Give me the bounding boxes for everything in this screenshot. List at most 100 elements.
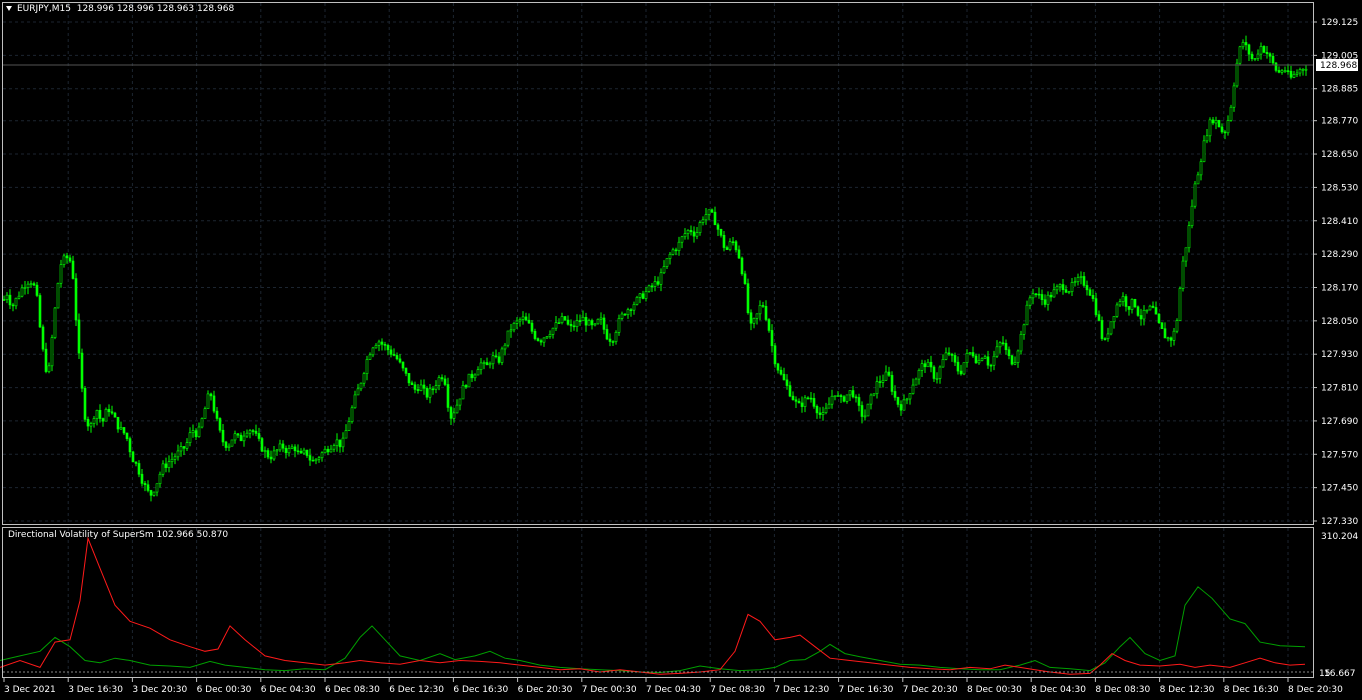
candle-body bbox=[44, 348, 48, 372]
candle-body bbox=[788, 385, 792, 397]
candle[interactable] bbox=[506, 330, 510, 348]
candle-body bbox=[263, 450, 267, 452]
candle[interactable] bbox=[1115, 302, 1119, 318]
candle[interactable] bbox=[77, 313, 81, 360]
candle[interactable] bbox=[563, 316, 567, 321]
candle-body bbox=[245, 432, 249, 437]
candle[interactable] bbox=[1187, 221, 1191, 253]
candle[interactable] bbox=[1229, 104, 1233, 122]
candle[interactable] bbox=[260, 437, 264, 453]
candle-body bbox=[749, 312, 753, 324]
time-tick-label: 6 Dec 04:30 bbox=[261, 685, 316, 695]
candle[interactable] bbox=[467, 373, 471, 388]
candle[interactable] bbox=[104, 407, 108, 422]
candle-body bbox=[890, 375, 894, 392]
indicator-header: Directional Volatility of SuperSm 102.96… bbox=[8, 530, 228, 540]
candle-body bbox=[1250, 53, 1254, 59]
candle-body bbox=[413, 384, 417, 390]
symbol-header[interactable]: EURJPY,M15 128.996 128.996 128.963 128.9… bbox=[6, 4, 234, 14]
dropdown-triangle-icon[interactable] bbox=[6, 6, 12, 11]
candle-body bbox=[503, 344, 507, 350]
candle[interactable] bbox=[1175, 318, 1179, 334]
candle[interactable] bbox=[773, 342, 777, 368]
candle-body bbox=[368, 354, 372, 360]
candle-body bbox=[449, 407, 453, 419]
candle-body bbox=[1097, 314, 1101, 321]
indicator-name: Directional Volatility of SuperSm bbox=[8, 530, 154, 540]
candle[interactable] bbox=[1181, 256, 1185, 292]
price-tick-label: 127.690 bbox=[1321, 417, 1358, 427]
time-tick-label: 3 Dec 2021 bbox=[4, 685, 56, 695]
candle-body bbox=[293, 446, 297, 452]
candle-body bbox=[1043, 299, 1047, 305]
candle[interactable] bbox=[350, 405, 354, 424]
candle[interactable] bbox=[1133, 298, 1137, 309]
candle[interactable] bbox=[1238, 45, 1242, 66]
candle[interactable] bbox=[50, 334, 54, 372]
candle-body bbox=[950, 353, 954, 356]
candle[interactable] bbox=[1010, 354, 1014, 366]
candle-body bbox=[665, 258, 669, 267]
candle[interactable] bbox=[74, 273, 78, 326]
candle-body bbox=[38, 295, 42, 328]
candle[interactable] bbox=[500, 346, 504, 366]
candle-body bbox=[341, 437, 345, 448]
candle[interactable] bbox=[962, 362, 966, 376]
candle-body bbox=[863, 415, 867, 418]
candle[interactable] bbox=[1157, 312, 1161, 324]
candle-body bbox=[188, 432, 192, 444]
candle-body bbox=[944, 352, 948, 360]
candle[interactable] bbox=[1160, 322, 1164, 330]
candle[interactable] bbox=[83, 386, 87, 422]
candle-body bbox=[1304, 68, 1308, 71]
candle[interactable] bbox=[596, 318, 600, 325]
candle[interactable] bbox=[740, 256, 744, 276]
candle[interactable] bbox=[80, 348, 84, 393]
candle-body bbox=[1100, 320, 1104, 339]
candle-body bbox=[809, 397, 813, 400]
candle-body bbox=[791, 395, 795, 401]
candle-body bbox=[1112, 316, 1116, 323]
candle[interactable] bbox=[647, 284, 651, 293]
candle[interactable] bbox=[230, 439, 234, 447]
candle-body bbox=[428, 388, 432, 398]
candle[interactable] bbox=[1235, 58, 1239, 88]
candle[interactable] bbox=[866, 403, 870, 417]
candle[interactable] bbox=[56, 282, 60, 309]
candle-body bbox=[446, 384, 450, 408]
candle[interactable] bbox=[746, 278, 750, 315]
candle-body bbox=[161, 463, 165, 475]
symbol-label: EURJPY,M15 bbox=[17, 4, 71, 14]
candle-body bbox=[851, 390, 855, 398]
candle-body bbox=[854, 396, 858, 399]
candle[interactable] bbox=[200, 417, 204, 429]
candle-body bbox=[1121, 296, 1125, 302]
candle[interactable] bbox=[635, 295, 639, 306]
candle[interactable] bbox=[131, 450, 135, 463]
candle[interactable] bbox=[1019, 330, 1023, 355]
candle[interactable] bbox=[1193, 180, 1197, 209]
candle-body bbox=[983, 356, 987, 359]
candle-body bbox=[668, 254, 672, 259]
candle-body bbox=[416, 389, 420, 391]
candle-body bbox=[410, 382, 414, 386]
candle-body bbox=[1022, 324, 1026, 335]
candle[interactable] bbox=[767, 318, 771, 333]
candle[interactable] bbox=[1232, 82, 1236, 112]
candle[interactable] bbox=[218, 417, 222, 433]
candle[interactable] bbox=[1217, 119, 1221, 128]
candle-body bbox=[467, 373, 471, 388]
candle-body bbox=[1244, 42, 1248, 46]
candle-body bbox=[884, 371, 888, 381]
candle-body bbox=[1202, 140, 1206, 162]
candle-body bbox=[71, 260, 75, 279]
candle-body bbox=[1046, 294, 1050, 305]
candle[interactable] bbox=[1262, 45, 1266, 54]
candle-body bbox=[374, 345, 378, 349]
candle[interactable] bbox=[53, 307, 57, 340]
candle[interactable] bbox=[1178, 286, 1182, 322]
candle[interactable] bbox=[41, 324, 45, 352]
candle[interactable] bbox=[38, 293, 42, 329]
candle[interactable] bbox=[1109, 321, 1113, 336]
candle[interactable] bbox=[1136, 305, 1140, 317]
